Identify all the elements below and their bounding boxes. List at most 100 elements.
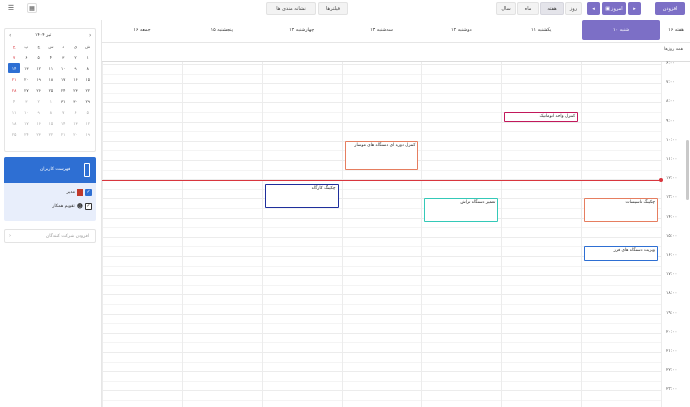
mini-calendar-day[interactable]: ۱۷ <box>20 118 32 128</box>
today-button[interactable]: ▣ امروز <box>602 2 626 15</box>
mini-calendar-day[interactable]: ۷ <box>57 107 69 117</box>
mini-calendar-day[interactable]: ۱۵ <box>82 74 94 84</box>
mini-calendar-day[interactable]: ۲۵ <box>45 85 57 95</box>
calendar-event[interactable]: چکینگ تاسیسات <box>584 198 658 223</box>
next-button[interactable]: ▸ <box>628 2 641 15</box>
mini-calendar-day[interactable]: ۱۶ <box>69 74 81 84</box>
mini-calendar-day[interactable]: ۲ <box>69 52 81 62</box>
mini-calendar-day[interactable]: ۱۰ <box>57 63 69 73</box>
mini-calendar-day[interactable]: ۹ <box>33 107 45 117</box>
time-grid[interactable]: ۶:۰۰ ۷:۰۰ ۸:۰۰ ۹:۰۰ ۱۰:۰۰ ۱۱:۰۰ ۱۲:۰۰ ۱۳:۰۰ ۱۴:۰… <box>102 61 690 407</box>
mini-calendar-day[interactable]: ۲۷ <box>20 85 32 95</box>
mini-calendar-day[interactable]: ۲۱ <box>57 129 69 139</box>
time-slot-line <box>102 92 661 94</box>
chevron-left-icon[interactable]: ‹ <box>9 32 11 39</box>
mini-calendar-day[interactable]: ۱۸ <box>8 118 20 128</box>
mini-calendar-day[interactable]: ۲۲ <box>82 85 94 95</box>
mini-calendar-day[interactable]: ۱۰ <box>20 107 32 117</box>
day-header[interactable]: جمعه ۱۶ <box>103 20 181 40</box>
user-item-admin[interactable]: مدیر ✓ <box>8 187 92 197</box>
arrow-right-icon: ▸ <box>633 5 636 12</box>
mini-calendar-day[interactable]: ۱۴ <box>8 63 21 73</box>
mini-calendar-day[interactable]: ۱ <box>45 96 57 106</box>
view-year-button[interactable]: سال <box>496 2 516 15</box>
mini-calendar-day[interactable]: ۱۹ <box>33 74 45 84</box>
mini-calendar-day[interactable]: ۵ <box>82 107 94 117</box>
mini-calendar-day[interactable]: ۱۷ <box>57 74 69 84</box>
mini-calendar-day[interactable]: ۲۱ <box>8 74 20 84</box>
mini-calendar-day[interactable]: ۳ <box>57 52 69 62</box>
mini-calendar-day[interactable]: ۸ <box>45 107 57 117</box>
mini-calendar-day[interactable]: ۱۱ <box>8 107 20 117</box>
mini-calendar-day[interactable]: ۱ <box>82 52 94 62</box>
user-checkbox[interactable]: ✓ <box>85 202 92 210</box>
mini-calendar-day[interactable]: ۳۱ <box>57 96 69 106</box>
day-header[interactable]: سه‌شنبه ۱۳ <box>343 20 421 40</box>
all-day-row[interactable] <box>102 42 690 62</box>
calendar-icon[interactable]: ▦ <box>27 3 37 13</box>
prev-button[interactable]: ◂ <box>587 2 600 15</box>
time-label: ۱۱:۰۰ <box>666 157 678 162</box>
mini-calendar-day[interactable]: ۳ <box>20 96 32 106</box>
week-number: هفته ۱۶ <box>668 27 684 33</box>
mini-calendar-day[interactable]: ۷ <box>8 52 20 62</box>
mini-calendar-day[interactable]: ۲۵ <box>8 129 20 139</box>
mini-calendar-day[interactable]: ۱۲ <box>82 118 94 128</box>
users-select-all-checkbox[interactable] <box>84 163 90 177</box>
mini-calendar-day[interactable]: ۶ <box>69 107 81 117</box>
holidays-button[interactable]: نشانه مندی ها <box>266 2 316 15</box>
time-slot-line <box>102 284 661 286</box>
mini-calendar-day[interactable]: ۲۳ <box>33 129 45 139</box>
day-header[interactable]: پنجشنبه ۱۵ <box>183 20 261 40</box>
mini-calendar-day[interactable]: ۶ <box>20 52 32 62</box>
view-month-button[interactable]: ماه <box>517 2 539 15</box>
mini-calendar-day[interactable]: ۲۳ <box>69 85 81 95</box>
vertical-scrollbar[interactable] <box>686 140 689 200</box>
mini-calendar-day[interactable]: ۲۸ <box>8 85 20 95</box>
calendar-event[interactable]: تعمیر دستگاه تراش <box>424 198 499 223</box>
mini-calendar-day[interactable]: ۸ <box>82 63 94 73</box>
mini-calendar-day[interactable]: ۱۴ <box>57 118 69 128</box>
time-label: ۲۰:۰۰ <box>666 329 678 335</box>
mini-calendar-day[interactable]: ۲۶ <box>33 85 45 95</box>
mini-calendar-day[interactable]: ۲۰ <box>20 74 32 84</box>
mini-calendar-day[interactable]: ۱۳ <box>69 118 81 128</box>
mini-calendar-day[interactable]: ۴ <box>45 52 57 62</box>
view-day-button[interactable]: روز <box>565 2 582 15</box>
mini-calendar-day[interactable]: ۱۲ <box>33 63 45 73</box>
calendar-event[interactable]: ویزیت دستگاه های فرز <box>584 246 658 261</box>
mini-calendar-day[interactable]: ۲۰ <box>69 129 81 139</box>
mini-calendar-day[interactable]: ۱۶ <box>33 118 45 128</box>
user-item-colleague[interactable]: تقویم همکار ☻ ✓ <box>8 201 92 211</box>
mini-calendar-day[interactable]: ۱۹ <box>82 129 94 139</box>
calendar-event[interactable]: چکینگ کارگاه <box>264 184 339 208</box>
mini-calendar-day[interactable]: ۱۳ <box>20 63 32 73</box>
mini-calendar-day[interactable]: ۱۵ <box>45 118 57 128</box>
mini-calendar-day[interactable]: ۹ <box>69 63 81 73</box>
add-participants-input[interactable]: › افزودن شرکت کنندگان <box>4 229 96 243</box>
day-header[interactable]: چهارشنبه ۱۴ <box>263 20 341 40</box>
mini-calendar-day[interactable]: ۲۲ <box>45 129 57 139</box>
mini-calendar: ‹ ۱۴۰۴ تیر › ج پ چ س د ی ش ۷ ۶ ۵ ۴ ۳ ۲ ۱ ۱۴ ۱۳ ۱۲ ۱۱ ۱۰ ۹ ۸ ۲… <box>4 28 96 152</box>
mini-calendar-day[interactable]: ۱۸ <box>45 74 57 84</box>
mini-calendar-day[interactable]: ۲ <box>33 96 45 106</box>
day-header[interactable]: شنبه ۱۰ <box>582 20 660 40</box>
filters-button[interactable]: فیلترها <box>318 2 348 15</box>
add-button[interactable]: افزودن <box>655 2 685 15</box>
day-header[interactable]: یکشنبه ۱۱ <box>502 20 580 40</box>
chevron-right-icon[interactable]: › <box>89 32 91 39</box>
mini-calendar-day[interactable]: ۳۰ <box>69 96 81 106</box>
day-header[interactable]: دوشنبه ۱۲ <box>422 20 500 40</box>
mini-calendar-day[interactable]: ۲۴ <box>20 129 32 139</box>
mini-calendar-day[interactable]: ۲۴ <box>57 85 69 95</box>
mini-calendar-day[interactable]: ۵ <box>33 52 45 62</box>
menu-icon[interactable]: ☰ <box>6 3 16 13</box>
calendar-event[interactable]: کنترل دوره ای دستگاه های موسار <box>344 140 419 170</box>
mini-calendar-day[interactable]: ۱۱ <box>45 63 57 73</box>
calendar-event[interactable]: کنترل واحد اتوماتیک <box>504 112 579 122</box>
user-checkbox[interactable]: ✓ <box>85 188 92 196</box>
mini-calendar-day[interactable]: ۲۹ <box>82 96 94 106</box>
mini-calendar-day[interactable]: ۴ <box>8 96 20 106</box>
view-week-button[interactable]: هفته <box>540 2 564 15</box>
mini-calendar-weekdays: جپچسدیش <box>8 41 94 52</box>
